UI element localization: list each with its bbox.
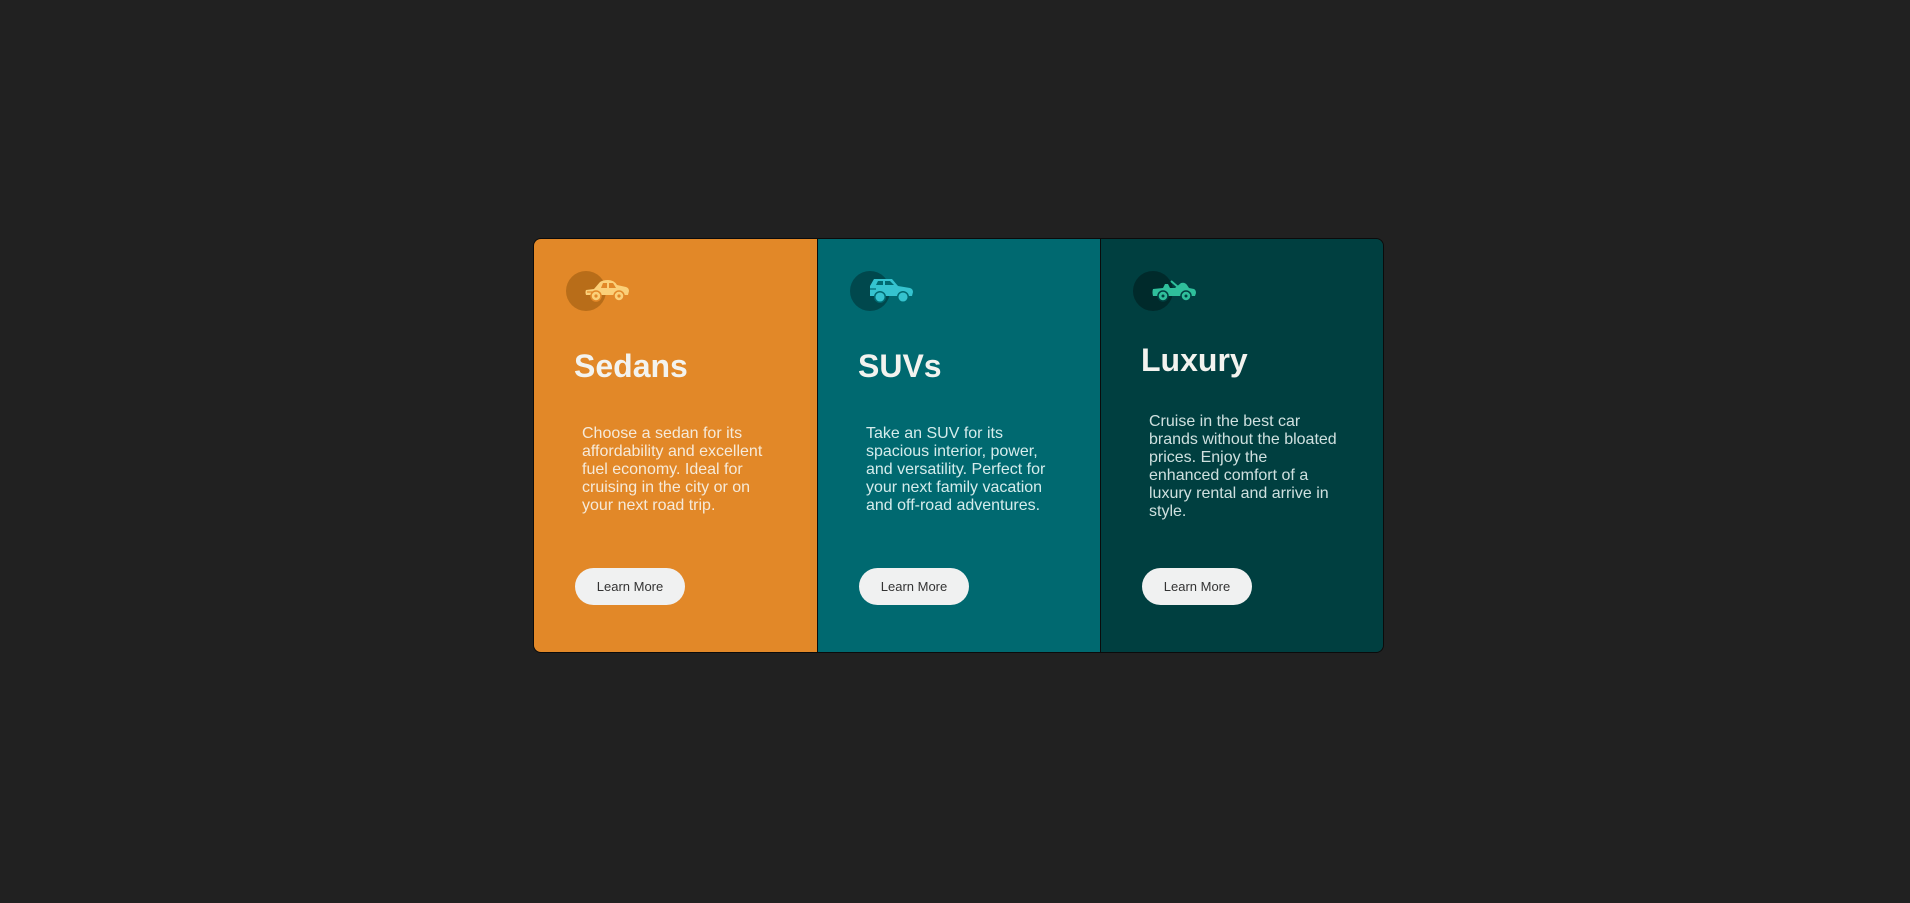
- card-description: Take an SUV for its spacious interior, p…: [866, 425, 1046, 514]
- luxury-car-icon: [1152, 280, 1196, 302]
- suv-car-icon: [870, 279, 913, 303]
- luxury-icon-badge: [1133, 271, 1199, 313]
- card-suvs: SUVs Take an SUV for its spacious interi…: [817, 239, 1100, 652]
- learn-more-button[interactable]: Learn More: [859, 568, 969, 605]
- learn-more-button[interactable]: Learn More: [575, 568, 685, 605]
- sedan-car-icon: [585, 280, 629, 302]
- learn-more-button[interactable]: Learn More: [1142, 568, 1252, 605]
- card-title: Luxury: [1141, 342, 1248, 378]
- card-description: Cruise in the best car brands without th…: [1149, 413, 1337, 520]
- card-description: Choose a sedan for its affordability and…: [582, 425, 763, 514]
- card-luxury: Luxury Cruise in the best car brands wit…: [1100, 239, 1383, 652]
- suv-icon-badge: [850, 271, 916, 313]
- car-category-cards: Sedans Choose a sedan for its affordabil…: [533, 238, 1384, 653]
- card-title: Sedans: [574, 348, 688, 384]
- sedan-icon-badge: [566, 271, 632, 313]
- card-sedans: Sedans Choose a sedan for its affordabil…: [534, 239, 817, 652]
- card-title: SUVs: [858, 348, 942, 384]
